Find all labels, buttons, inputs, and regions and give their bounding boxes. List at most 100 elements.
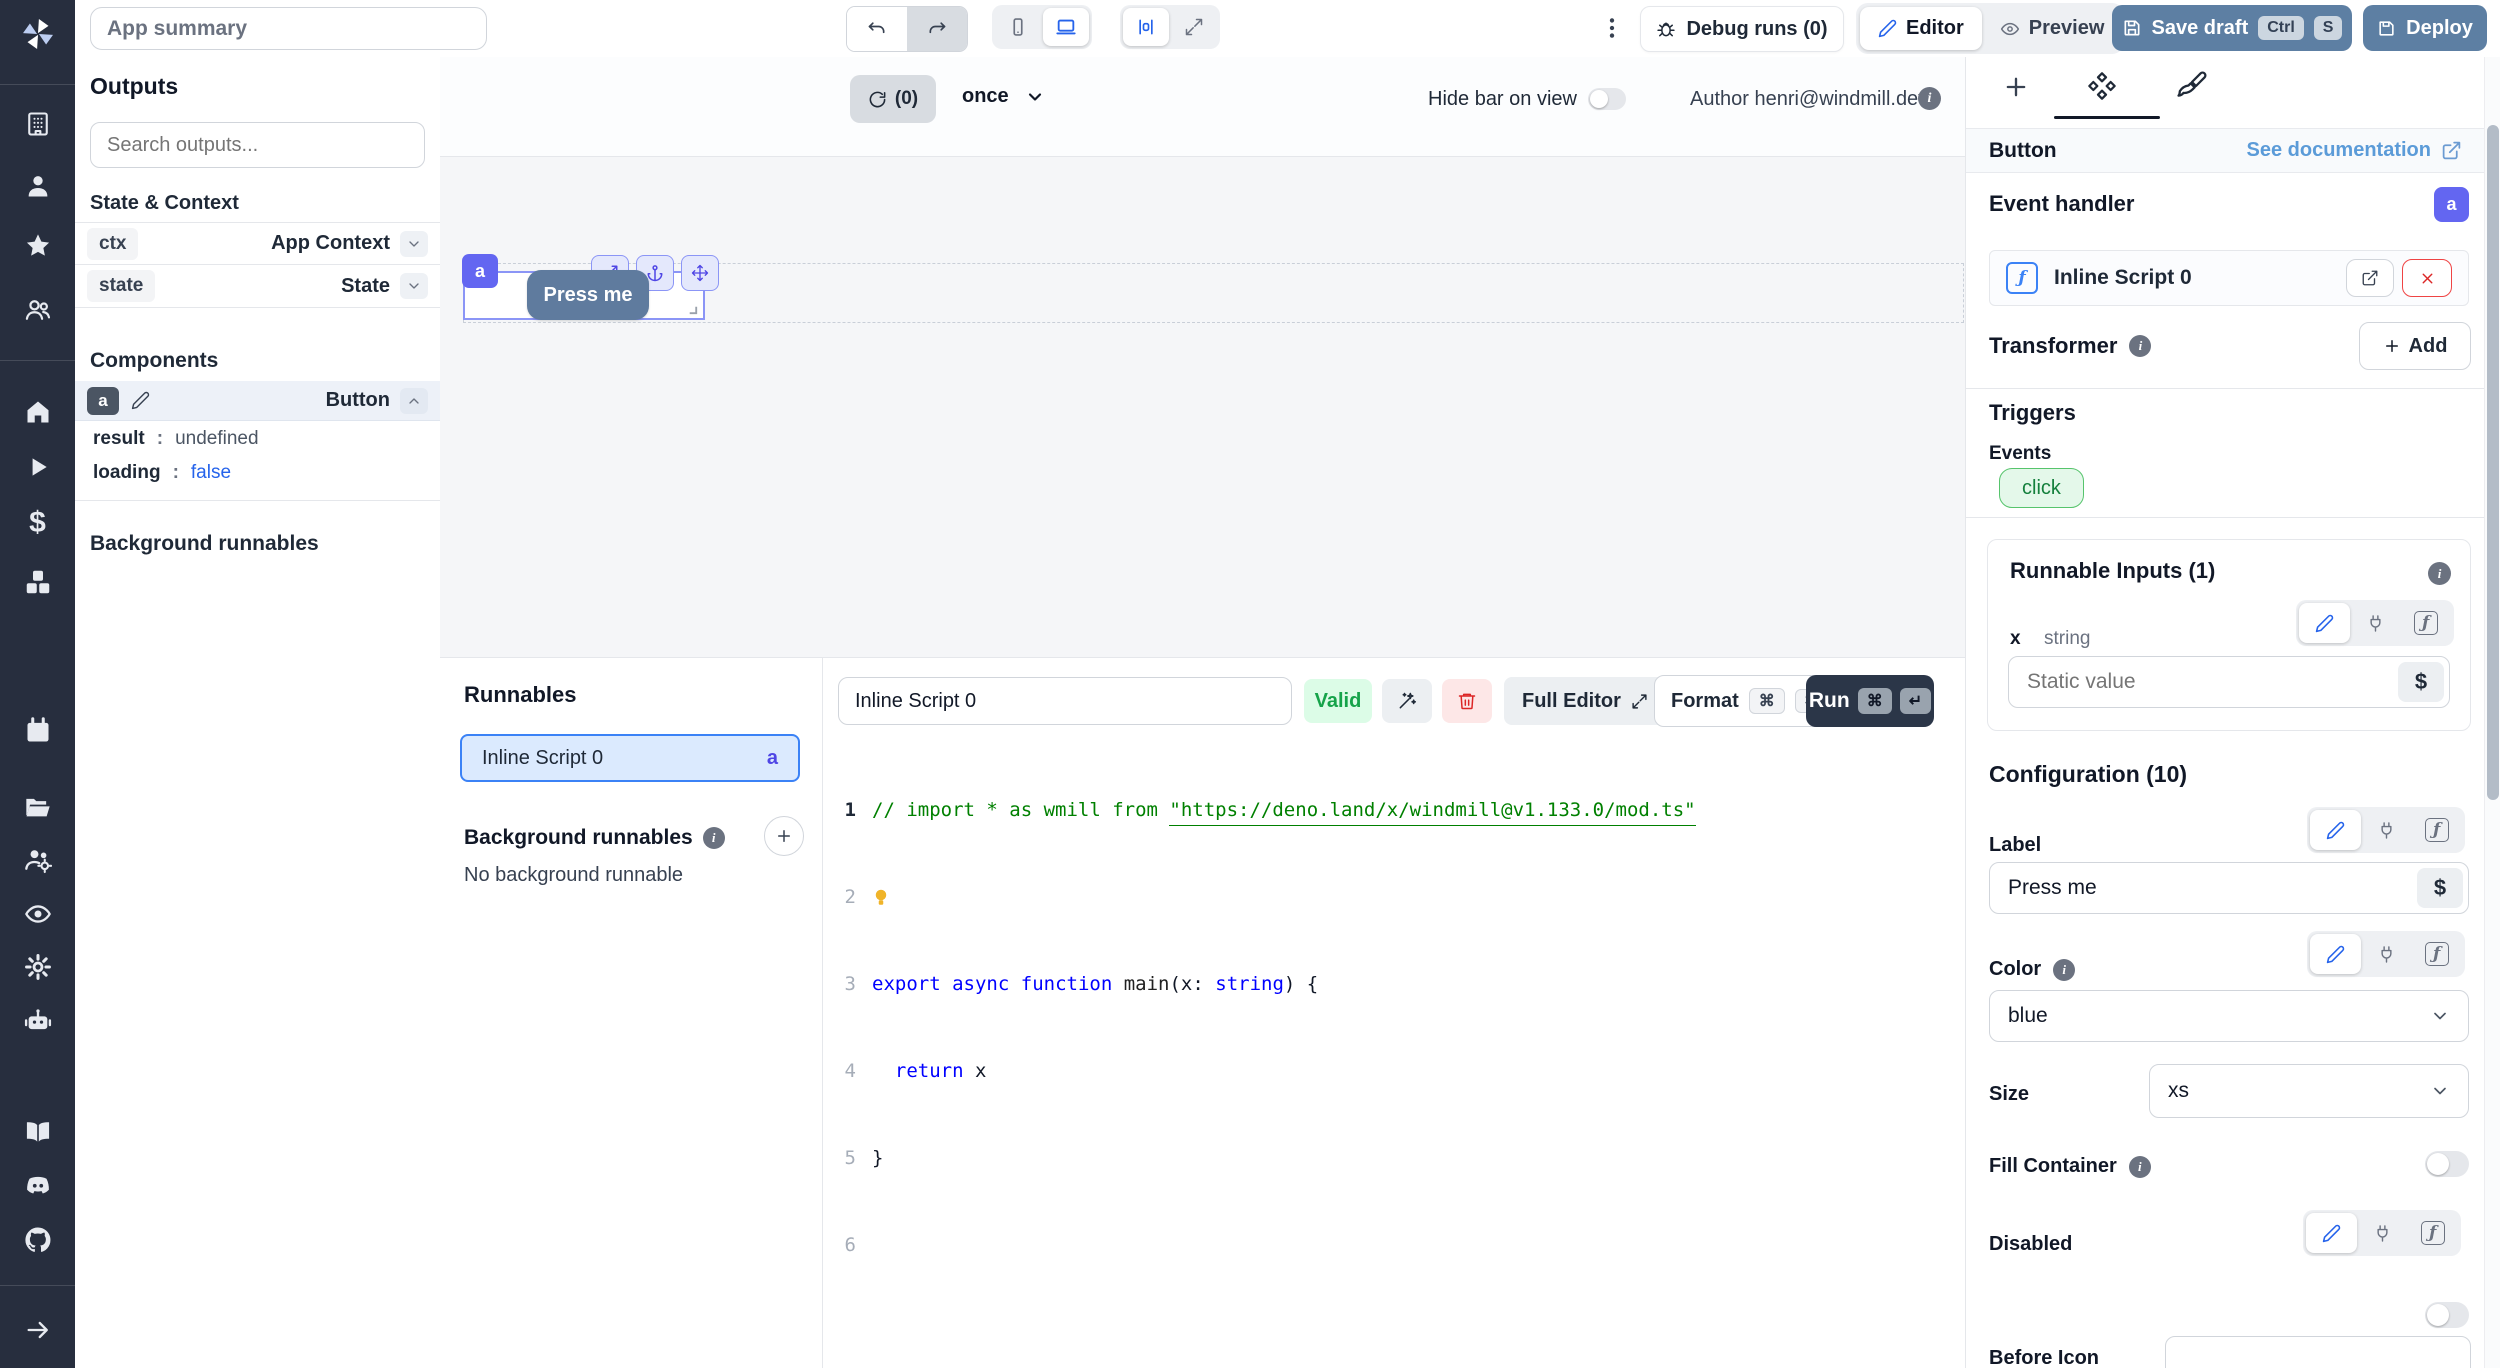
eval-function-icon[interactable]: ƒ xyxy=(2411,810,2462,850)
device-toggle-group xyxy=(992,5,1092,49)
robot-icon[interactable] xyxy=(24,1007,52,1035)
info-icon[interactable]: i xyxy=(2428,562,2451,585)
preview-tab[interactable]: Preview xyxy=(1984,7,2121,50)
users-gear-icon[interactable] xyxy=(24,846,52,874)
gear-settings-icon[interactable] xyxy=(24,953,52,981)
redo-button[interactable] xyxy=(907,7,967,51)
component-settings-tab-icon[interactable] xyxy=(2086,70,2118,102)
kebab-menu-icon[interactable] xyxy=(1599,13,1625,43)
static-pencil-icon[interactable] xyxy=(2310,934,2361,974)
full-editor-button[interactable]: Full Editor xyxy=(1504,677,1666,725)
run-button[interactable]: Run ⌘ ↵ xyxy=(1806,675,1934,727)
mobile-view-button[interactable] xyxy=(995,8,1041,46)
editor-tab[interactable]: Editor xyxy=(1860,7,1982,50)
resize-handle-icon[interactable] xyxy=(686,303,699,316)
output-row-state[interactable]: state State xyxy=(75,265,440,308)
static-pencil-icon[interactable] xyxy=(2306,1213,2357,1253)
eval-function-icon[interactable]: ƒ xyxy=(2400,603,2451,643)
open-script-icon-button[interactable] xyxy=(2346,259,2394,297)
template-dollar-button[interactable]: $ xyxy=(2398,662,2444,702)
before-icon-input[interactable] xyxy=(2165,1336,2471,1368)
component-tag[interactable]: a xyxy=(462,254,498,288)
panel-scrollbar[interactable] xyxy=(2484,57,2500,1368)
windmill-logo-icon[interactable] xyxy=(20,16,56,52)
press-me-button[interactable]: Press me xyxy=(527,270,649,320)
undo-button[interactable] xyxy=(847,7,907,51)
save-draft-button[interactable]: Save draft Ctrl S xyxy=(2112,5,2352,51)
delete-script-button[interactable] xyxy=(1442,679,1492,723)
search-outputs-input[interactable] xyxy=(90,122,425,168)
remove-script-button[interactable] xyxy=(2402,259,2452,297)
eye-icon[interactable] xyxy=(24,900,52,928)
debug-runs-button[interactable]: Debug runs (0) xyxy=(1640,6,1844,52)
chevron-up-icon[interactable] xyxy=(400,388,428,414)
code-token: } xyxy=(872,1144,883,1173)
fill-container-toggle[interactable] xyxy=(2425,1151,2469,1177)
code-token: ) { xyxy=(1284,970,1318,999)
lightbulb-icon[interactable] xyxy=(872,887,890,909)
add-transformer-button[interactable]: Add xyxy=(2359,322,2471,370)
github-icon[interactable] xyxy=(23,1225,53,1255)
code-editor[interactable]: 1// import * as wmill from "https://deno… xyxy=(822,738,1965,1318)
see-documentation-link[interactable]: See documentation xyxy=(2247,139,2462,162)
disabled-toggle[interactable] xyxy=(2425,1302,2469,1328)
desktop-view-button[interactable] xyxy=(1043,8,1089,46)
user-icon[interactable] xyxy=(24,172,52,200)
connect-plug-icon[interactable] xyxy=(2350,603,2401,643)
prop-key: loading xyxy=(93,462,161,484)
app-summary-input[interactable] xyxy=(90,7,487,50)
connect-plug-icon[interactable] xyxy=(2361,810,2412,850)
add-component-tab-icon[interactable] xyxy=(2002,73,2030,101)
component-type-header: Button See documentation xyxy=(1966,128,2485,173)
style-brush-tab-icon[interactable] xyxy=(2176,70,2208,102)
deploy-button[interactable]: Deploy xyxy=(2363,5,2487,51)
cubes-resources-icon[interactable] xyxy=(23,567,53,597)
discord-icon[interactable] xyxy=(23,1171,53,1201)
static-pencil-icon[interactable] xyxy=(2299,603,2350,643)
star-icon[interactable] xyxy=(24,232,52,260)
add-background-runnable-button[interactable] xyxy=(764,816,804,856)
chevron-down-icon[interactable] xyxy=(400,231,428,257)
pencil-icon[interactable] xyxy=(131,391,150,410)
users-group-icon[interactable] xyxy=(24,296,52,324)
move-component-button[interactable] xyxy=(681,255,719,291)
expand-canvas-button[interactable] xyxy=(1171,8,1217,46)
refresh-button[interactable]: (0) xyxy=(850,75,936,123)
component-row-button[interactable]: a Button xyxy=(75,381,440,421)
static-value-input[interactable] xyxy=(2009,670,2398,694)
info-icon[interactable]: i xyxy=(703,827,725,849)
eval-function-icon[interactable]: ƒ xyxy=(2407,1213,2458,1253)
eval-function-icon[interactable]: ƒ xyxy=(2411,934,2462,974)
color-select[interactable]: blue xyxy=(1989,990,2469,1042)
connect-plug-icon[interactable] xyxy=(2361,934,2412,974)
home-icon[interactable] xyxy=(24,398,52,426)
chevron-down-icon[interactable] xyxy=(400,273,428,299)
hide-bar-toggle[interactable] xyxy=(1588,88,1626,110)
script-name-input[interactable] xyxy=(838,677,1292,725)
ai-wand-button[interactable] xyxy=(1382,679,1432,723)
info-icon[interactable]: i xyxy=(1918,87,1941,110)
info-icon[interactable]: i xyxy=(2129,1156,2151,1178)
folder-icon[interactable] xyxy=(24,793,52,821)
scrollbar-thumb[interactable] xyxy=(2487,125,2499,800)
dollar-variables-icon[interactable]: $ xyxy=(29,506,46,540)
size-select[interactable]: xs xyxy=(2149,1064,2469,1118)
prop-key: result xyxy=(93,428,145,450)
info-icon[interactable]: i xyxy=(2053,959,2075,981)
run-mode-dropdown[interactable]: once xyxy=(962,85,1045,108)
workspace-building-icon[interactable] xyxy=(24,110,52,138)
arrow-right-collapse-icon[interactable] xyxy=(24,1316,52,1344)
template-dollar-button[interactable]: $ xyxy=(2417,868,2463,908)
runnable-item-selected[interactable]: Inline Script 0 a xyxy=(460,734,800,782)
script-name-wrap xyxy=(838,677,1292,725)
inline-script-row[interactable]: ƒ Inline Script 0 xyxy=(1989,250,2469,306)
play-runs-icon[interactable] xyxy=(25,454,51,480)
output-row-ctx[interactable]: ctx App Context xyxy=(75,222,440,265)
connect-plug-icon[interactable] xyxy=(2357,1213,2408,1253)
center-align-button[interactable] xyxy=(1123,8,1169,46)
info-icon[interactable]: i xyxy=(2129,335,2151,357)
calendar-schedules-icon[interactable] xyxy=(24,717,52,745)
label-value-input[interactable] xyxy=(1990,876,2417,900)
static-pencil-icon[interactable] xyxy=(2310,810,2361,850)
book-docs-icon[interactable] xyxy=(24,1118,52,1146)
